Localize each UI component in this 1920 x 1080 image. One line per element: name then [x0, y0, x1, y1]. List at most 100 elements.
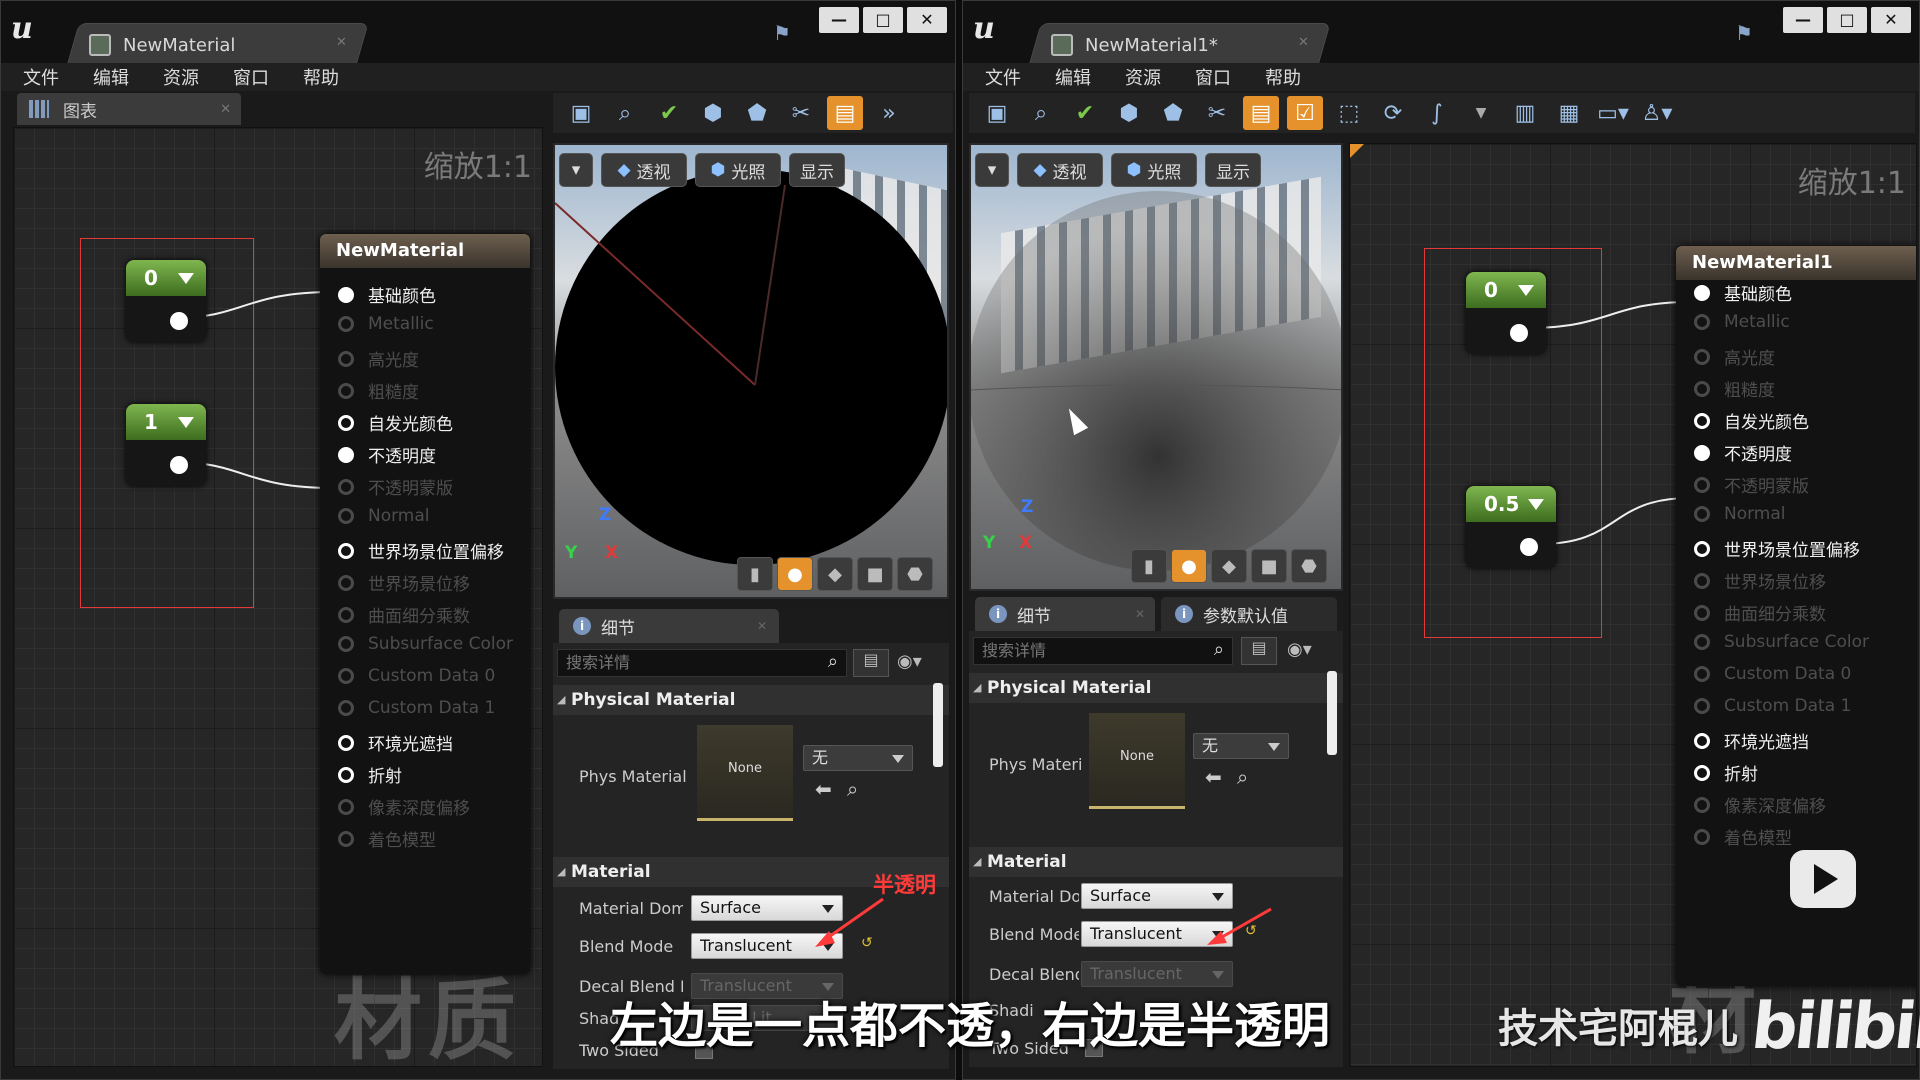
menu-help[interactable]: 帮助: [1265, 64, 1301, 90]
material-input-pin[interactable]: 粗糙度: [338, 378, 419, 403]
menu-window[interactable]: 窗口: [233, 64, 269, 90]
cube-preview-icon[interactable]: ■: [857, 557, 893, 591]
pin-connector[interactable]: [1694, 796, 1710, 813]
decal-blend-combo[interactable]: Translucent: [1081, 961, 1233, 987]
use-selected-arrow-icon[interactable]: ⬅: [815, 777, 832, 801]
menu-file[interactable]: 文件: [23, 64, 59, 90]
menu-file[interactable]: 文件: [985, 64, 1021, 90]
material-result-node[interactable]: NewMaterial 基础颜色 Metallic 高光度 粗糙度 自发光颜色 不透明度不…: [320, 234, 530, 974]
pin-connector[interactable]: [1694, 572, 1710, 589]
material-category[interactable]: ◢ Material: [969, 847, 1343, 877]
physical-material-category[interactable]: ◢ Physical Material: [969, 673, 1343, 703]
pin-connector[interactable]: [1694, 314, 1710, 330]
constant-node-b[interactable]: 0.5: [1466, 486, 1556, 568]
pin-connector[interactable]: [1694, 540, 1710, 557]
details-tab[interactable]: i 细节 ✕: [559, 609, 779, 643]
play-button-icon[interactable]: [1790, 850, 1856, 908]
output-pin[interactable]: [1510, 324, 1528, 342]
pin-connector[interactable]: [338, 606, 354, 623]
output-pin[interactable]: [170, 312, 188, 330]
layout-icon[interactable]: ▭▾: [1595, 96, 1631, 130]
show-button[interactable]: 显示: [1205, 153, 1261, 187]
material-graph[interactable]: 缩放1:1 材质 0 1 NewMaterial 基础颜色 Metallic 高光度…: [13, 127, 543, 1067]
material-input-pin[interactable]: 基础颜色: [338, 282, 436, 307]
material-input-pin[interactable]: 世界场景位置偏移: [338, 538, 504, 563]
pin-connector[interactable]: [1694, 444, 1710, 461]
material-input-pin[interactable]: 折射: [338, 762, 402, 787]
close-details-tab-icon[interactable]: ✕: [1135, 607, 1145, 621]
pin-connector[interactable]: [338, 636, 354, 652]
collapse-arrow-icon[interactable]: [178, 273, 194, 284]
details-search-input[interactable]: 搜索详情 ⌕: [973, 637, 1233, 665]
material-input-pin[interactable]: 着色模型: [1694, 824, 1792, 849]
menu-window[interactable]: 窗口: [1195, 64, 1231, 90]
pin-connector[interactable]: [338, 382, 354, 399]
use-selected-arrow-icon[interactable]: ⬅: [1205, 765, 1222, 789]
output-pin[interactable]: [170, 456, 188, 474]
feedback-flag-icon[interactable]: ⚑: [773, 21, 799, 45]
feedback-flag-icon[interactable]: ⚑: [1735, 21, 1761, 45]
pin-connector[interactable]: [338, 508, 354, 524]
mesh-preview-icon[interactable]: ⬣: [1291, 549, 1327, 583]
apply-icon[interactable]: ✔: [1067, 96, 1103, 130]
save-icon[interactable]: ▣: [979, 96, 1015, 130]
pin-connector[interactable]: [1694, 828, 1710, 845]
close-tab-icon[interactable]: ✕: [336, 35, 347, 50]
phys-material-combo[interactable]: 无: [803, 745, 913, 771]
pin-connector[interactable]: [338, 316, 354, 332]
pin-connector[interactable]: [338, 350, 354, 367]
reset-to-default-icon[interactable]: ↺: [1245, 923, 1257, 939]
menu-asset[interactable]: 资源: [163, 64, 199, 90]
pin-connector[interactable]: [338, 734, 354, 751]
material-input-pin[interactable]: 像素深度偏移: [338, 794, 470, 819]
pin-connector[interactable]: [338, 286, 354, 303]
sphere-preview-icon[interactable]: ●: [777, 557, 813, 591]
phys-material-thumbnail[interactable]: None: [1089, 713, 1185, 809]
close-window-button[interactable]: ✕: [1871, 7, 1911, 33]
blend-mode-combo[interactable]: Translucent: [691, 933, 843, 959]
constant-node-a[interactable]: 0: [126, 260, 206, 342]
pin-connector[interactable]: [1694, 380, 1710, 397]
menu-edit[interactable]: 编辑: [93, 64, 129, 90]
material-input-pin[interactable]: Custom Data 1: [338, 698, 495, 718]
pin-connector[interactable]: [1694, 284, 1710, 301]
pin-connector[interactable]: [338, 830, 354, 847]
home-icon[interactable]: ⬟: [1155, 96, 1191, 130]
collapse-arrow-icon[interactable]: [178, 417, 194, 428]
details-search-input[interactable]: 搜索详情 ⌕: [557, 649, 847, 677]
material-input-pin[interactable]: 曲面细分乘数: [338, 602, 470, 627]
pin-connector[interactable]: [338, 700, 354, 716]
pin-connector[interactable]: [338, 766, 354, 783]
material-input-pin[interactable]: Metallic: [338, 314, 434, 334]
material-input-pin[interactable]: Normal: [338, 506, 430, 526]
constant-node-b[interactable]: 1: [126, 404, 206, 486]
details-tab[interactable]: i 细节 ✕: [975, 597, 1155, 631]
close-graph-tab-icon[interactable]: ✕: [220, 102, 231, 117]
pin-connector[interactable]: [1694, 348, 1710, 365]
material-input-pin[interactable]: 不透明度: [338, 442, 436, 467]
phys-material-thumbnail[interactable]: None: [697, 725, 793, 821]
menu-help[interactable]: 帮助: [303, 64, 339, 90]
pin-connector[interactable]: [338, 446, 354, 463]
reset-to-default-icon[interactable]: ↺: [861, 935, 873, 951]
pin-connector[interactable]: [338, 574, 354, 591]
pin-connector[interactable]: [338, 478, 354, 495]
preview-viewport[interactable]: ▾ ◆ 透视 ⬢ 光照 显示 Z Y X ▮ ● ◆ ■ ⬣: [969, 143, 1343, 591]
home-icon[interactable]: ⬟: [739, 96, 775, 130]
perspective-button[interactable]: ◆ 透视: [1017, 153, 1103, 187]
plane-preview-icon[interactable]: ◆: [1211, 549, 1247, 583]
more-tools-icon[interactable]: »: [871, 96, 907, 130]
material-input-pin[interactable]: 高光度: [338, 346, 419, 371]
browse-icon[interactable]: ⌕: [607, 96, 643, 130]
pin-connector[interactable]: [1694, 506, 1710, 522]
more-dropdown-icon[interactable]: ▼: [1463, 96, 1499, 130]
plane-preview-icon[interactable]: ◆: [817, 557, 853, 591]
material-input-pin[interactable]: 环境光遮挡: [338, 730, 453, 755]
platform-stats-icon[interactable]: ▥: [1507, 96, 1543, 130]
pin-connector[interactable]: [1694, 698, 1710, 714]
pin-connector[interactable]: [1694, 634, 1710, 650]
details-scrollbar[interactable]: [1327, 671, 1337, 755]
perspective-button[interactable]: ◆ 透视: [601, 153, 687, 187]
hierarchy-icon[interactable]: ♙▾: [1639, 96, 1675, 130]
menu-edit[interactable]: 编辑: [1055, 64, 1091, 90]
